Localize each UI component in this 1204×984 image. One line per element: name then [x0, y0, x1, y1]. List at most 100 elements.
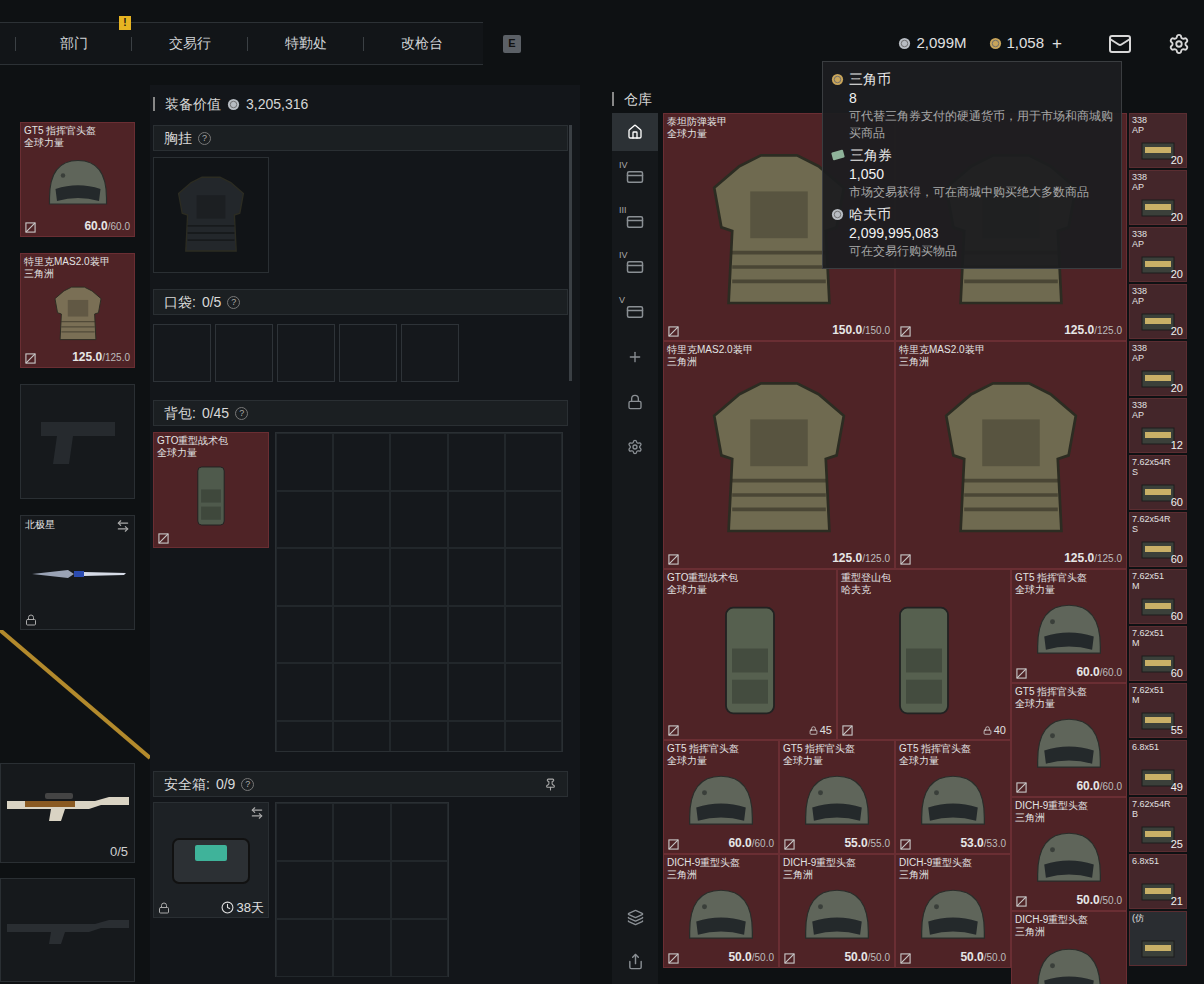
- grid-cell[interactable]: [333, 433, 390, 491]
- grid-cell[interactable]: [276, 721, 333, 752]
- chest-rig-slot[interactable]: [153, 157, 269, 273]
- pocket-slot[interactable]: [401, 324, 459, 382]
- grid-cell[interactable]: [333, 919, 390, 977]
- grid-cell[interactable]: [505, 663, 562, 721]
- grid-cell[interactable]: [448, 548, 505, 606]
- pistol-slot[interactable]: [20, 384, 135, 499]
- grid-cell[interactable]: [276, 548, 333, 606]
- grid-cell[interactable]: [333, 663, 390, 721]
- grid-cell[interactable]: [391, 803, 448, 861]
- nav-tab[interactable]: 特勤处: [247, 23, 363, 64]
- knife-slot[interactable]: 北极星: [20, 515, 135, 630]
- gear-icon[interactable]: [1168, 33, 1190, 55]
- ammo-item[interactable]: 6.8x5149: [1129, 740, 1187, 795]
- help-icon[interactable]: ?: [198, 132, 211, 145]
- ammo-item[interactable]: 338AP20: [1129, 227, 1187, 282]
- ammo-item[interactable]: 338AP12: [1129, 398, 1187, 453]
- warehouse-tab[interactable]: [612, 113, 658, 151]
- helmet-item[interactable]: DICH-9重型头盔三角洲50.0/50.0: [663, 854, 779, 968]
- ammo-item[interactable]: 7.62x51M60: [1129, 626, 1187, 681]
- safe-slot[interactable]: 38天: [153, 802, 269, 918]
- help-icon[interactable]: ?: [235, 407, 248, 420]
- grid-cell[interactable]: [276, 919, 333, 977]
- warehouse-tool[interactable]: [612, 944, 658, 978]
- ammo-item[interactable]: 6.8x5121: [1129, 854, 1187, 909]
- warehouse-tab[interactable]: IV: [612, 158, 658, 196]
- grid-cell[interactable]: [333, 606, 390, 664]
- help-icon[interactable]: ?: [227, 296, 240, 309]
- warehouse-tab[interactable]: IV: [612, 248, 658, 286]
- ammo-item[interactable]: 7.62x54RS60: [1129, 455, 1187, 510]
- grid-cell[interactable]: [390, 548, 447, 606]
- helmet-item[interactable]: GT5 指挥官头盔全球力量53.0/53.0: [895, 740, 1011, 854]
- grid-cell[interactable]: [391, 861, 448, 919]
- ammo-item[interactable]: 7.62x54RB25: [1129, 797, 1187, 852]
- helmet-item[interactable]: GT5 指挥官头盔全球力量60.0/60.0: [1011, 569, 1127, 683]
- grid-cell[interactable]: [390, 433, 447, 491]
- grid-cell[interactable]: [390, 721, 447, 752]
- pin-icon[interactable]: [544, 778, 557, 791]
- grid-cell[interactable]: [276, 663, 333, 721]
- nav-tab[interactable]: 部门: [15, 23, 131, 64]
- grid-cell[interactable]: [448, 606, 505, 664]
- pocket-slot[interactable]: [277, 324, 335, 382]
- pocket-slot[interactable]: [215, 324, 273, 382]
- warehouse-tab[interactable]: [612, 383, 658, 421]
- warehouse-tab[interactable]: [612, 338, 658, 376]
- pocket-slot[interactable]: [153, 324, 211, 382]
- help-icon[interactable]: ?: [241, 778, 254, 791]
- grid-cell[interactable]: [505, 606, 562, 664]
- scrollbar[interactable]: [569, 125, 572, 381]
- helmet-item[interactable]: DICH-9重型头盔三角洲: [1011, 911, 1127, 984]
- ammo-item[interactable]: (仿: [1129, 911, 1187, 966]
- mail-icon[interactable]: [1108, 32, 1132, 56]
- pocket-slot[interactable]: [339, 324, 397, 382]
- armor-item[interactable]: 特里克MAS2.0装甲三角洲125.0/125.0: [895, 341, 1127, 569]
- grid-cell[interactable]: [505, 548, 562, 606]
- grid-cell[interactable]: [333, 548, 390, 606]
- rifle-slot[interactable]: 0/5: [0, 763, 135, 863]
- grid-cell[interactable]: [390, 663, 447, 721]
- grid-cell[interactable]: [448, 663, 505, 721]
- grid-cell[interactable]: [276, 433, 333, 491]
- backpack-item[interactable]: 重型登山包哈夫克40: [837, 569, 1011, 740]
- helmet-item[interactable]: GT5 指挥官头盔全球力量60.0/60.0: [663, 740, 779, 854]
- backpack-item[interactable]: GTO重型战术包全球力量45: [663, 569, 837, 740]
- ammo-item[interactable]: 7.62x51M60: [1129, 569, 1187, 624]
- grid-cell[interactable]: [333, 721, 390, 752]
- armor-item[interactable]: 特里克MAS2.0装甲三角洲125.0/125.0: [663, 341, 895, 569]
- swap-icon[interactable]: [250, 806, 264, 820]
- ammo-item[interactable]: 338AP20: [1129, 284, 1187, 339]
- grid-cell[interactable]: [333, 803, 390, 861]
- grid-cell[interactable]: [333, 491, 390, 549]
- nav-tab[interactable]: 改枪台: [363, 23, 479, 64]
- ammo-item[interactable]: 7.62x51M55: [1129, 683, 1187, 738]
- warehouse-tab[interactable]: [612, 428, 658, 466]
- grid-cell[interactable]: [391, 919, 448, 977]
- backpack-slot[interactable]: GTO重型战术包全球力量: [153, 432, 269, 548]
- grid-cell[interactable]: [276, 491, 333, 549]
- grid-cell[interactable]: [448, 491, 505, 549]
- helmet-item[interactable]: DICH-9重型头盔三角洲50.0/50.0: [1011, 797, 1127, 911]
- add-button[interactable]: +: [1052, 31, 1062, 57]
- ammo-item[interactable]: 338AP20: [1129, 341, 1187, 396]
- grid-cell[interactable]: [505, 433, 562, 491]
- helmet-item[interactable]: DICH-9重型头盔三角洲50.0/50.0: [895, 854, 1011, 968]
- helmet-item[interactable]: GT5 指挥官头盔全球力量55.0/55.0: [779, 740, 895, 854]
- helmet-item[interactable]: DICH-9重型头盔三角洲50.0/50.0: [779, 854, 895, 968]
- helmet-slot[interactable]: GT5 指挥官头盔全球力量60.0/60.0: [20, 122, 135, 237]
- warehouse-tab[interactable]: V: [612, 293, 658, 331]
- grid-cell[interactable]: [390, 606, 447, 664]
- ammo-item[interactable]: 7.62x54RS60: [1129, 512, 1187, 567]
- ammo-item[interactable]: 338AP20: [1129, 170, 1187, 225]
- ammo-item[interactable]: 338AP20: [1129, 113, 1187, 168]
- grid-cell[interactable]: [448, 721, 505, 752]
- grid-cell[interactable]: [390, 491, 447, 549]
- grid-cell[interactable]: [505, 491, 562, 549]
- warehouse-tab[interactable]: III: [612, 203, 658, 241]
- armor-slot[interactable]: 特里克MAS2.0装甲三角洲125.0/125.0: [20, 253, 135, 368]
- grid-cell[interactable]: [276, 606, 333, 664]
- grid-cell[interactable]: [448, 433, 505, 491]
- nav-tab[interactable]: 交易行: [131, 23, 247, 64]
- grid-cell[interactable]: [505, 721, 562, 752]
